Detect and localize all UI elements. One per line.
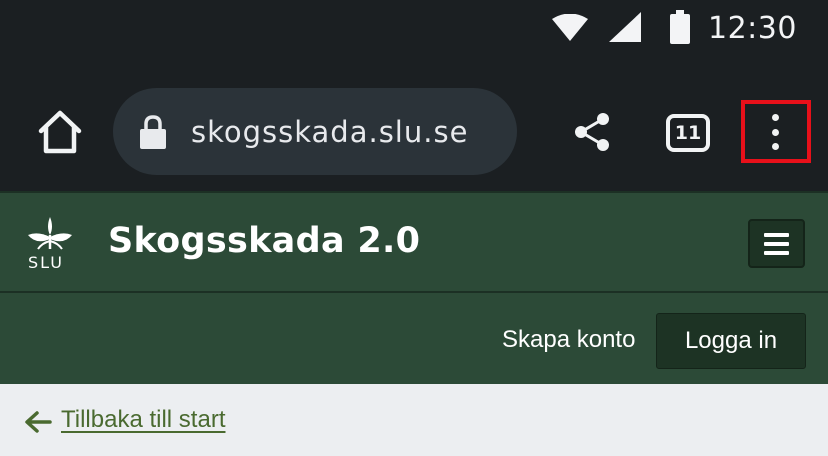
browser-toolbar: skogsskada.slu.se 11 [0, 58, 828, 191]
arrow-left-icon[interactable] [24, 410, 52, 434]
slu-logo-text: SLU [28, 253, 64, 272]
home-icon [38, 110, 82, 154]
site-header: SLU Skogsskada 2.0 [0, 191, 828, 293]
battery-icon [670, 10, 690, 44]
cell-signal-icon [609, 12, 641, 42]
back-to-start-link[interactable]: Tillbaka till start [61, 406, 225, 434]
url-text: skogsskada.slu.se [191, 114, 469, 149]
status-bar: 12:30 [0, 0, 828, 58]
lock-icon [140, 114, 166, 149]
tab-count: 11 [674, 122, 702, 144]
login-button[interactable]: Logga in [656, 313, 806, 369]
status-time: 12:30 [708, 11, 797, 46]
back-row: Tillbaka till start [0, 384, 828, 456]
login-button-label: Logga in [684, 327, 778, 354]
slu-logo[interactable]: SLU [22, 215, 78, 273]
account-bar: Skapa konto Logga in [0, 293, 828, 384]
address-bar[interactable]: skogsskada.slu.se [113, 88, 517, 175]
site-title[interactable]: Skogsskada 2.0 [108, 221, 420, 261]
tab-switcher-button[interactable]: 11 [666, 114, 710, 152]
create-account-link[interactable]: Skapa konto [502, 326, 635, 354]
wifi-icon [552, 14, 588, 41]
more-vert-icon[interactable] [760, 112, 790, 152]
slu-tree-icon [28, 217, 72, 250]
home-button[interactable] [34, 106, 86, 158]
hamburger-menu-button[interactable] [748, 219, 805, 268]
share-icon[interactable] [572, 112, 612, 152]
